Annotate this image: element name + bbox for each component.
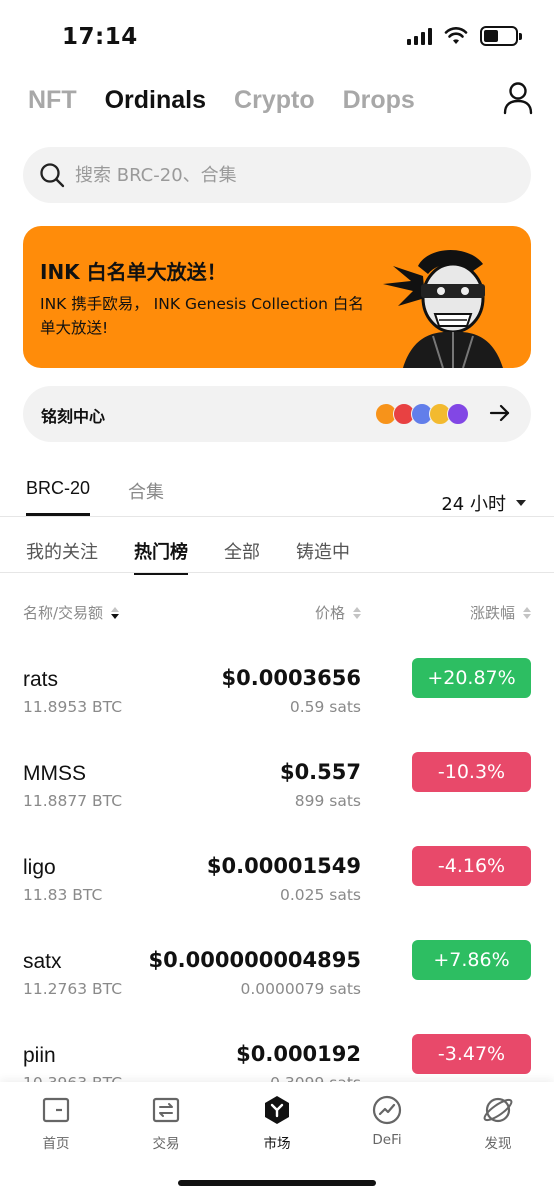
tab-ordinals[interactable]: Ordinals bbox=[105, 86, 206, 115]
token-sats: 0.0000079 sats bbox=[240, 980, 361, 998]
market-icon bbox=[265, 1096, 289, 1124]
caret-down-icon bbox=[516, 500, 526, 506]
column-change-label: 涨跌幅 bbox=[469, 604, 515, 622]
token-volume: 11.83 BTC bbox=[23, 886, 103, 904]
promo-banner[interactable]: INK 白名单大放送！ INK 携手欧易， INK Genesis Collec… bbox=[23, 226, 531, 368]
tab-drops[interactable]: Drops bbox=[343, 86, 415, 115]
category-tabs: BRC-20 合集 bbox=[26, 478, 164, 516]
nav-trade[interactable]: 交易 bbox=[126, 1094, 206, 1152]
arrow-right-icon bbox=[489, 404, 510, 422]
banner-title: INK 白名单大放送！ bbox=[40, 260, 227, 284]
tab-all[interactable]: 全部 bbox=[224, 538, 260, 575]
inscription-center[interactable]: 铭刻中心 bbox=[23, 386, 531, 442]
sort-icon bbox=[523, 606, 531, 619]
battery-icon bbox=[480, 26, 522, 46]
character-illustration bbox=[383, 249, 503, 368]
home-icon bbox=[42, 1097, 70, 1123]
sort-icon bbox=[353, 606, 361, 619]
status-bar: 17:14 bbox=[0, 0, 554, 70]
token-price: $0.557 bbox=[279, 760, 361, 784]
tab-nft[interactable]: NFT bbox=[28, 86, 77, 115]
column-price-label: 价格 bbox=[314, 604, 345, 622]
token-name: satx bbox=[23, 950, 62, 973]
sub-tabs: 我的关注 热门榜 全部 铸造中 bbox=[26, 538, 350, 575]
tab-brc20[interactable]: BRC-20 bbox=[26, 478, 91, 516]
tab-crypto[interactable]: Crypto bbox=[234, 86, 315, 115]
change-badge[interactable]: +7.86% bbox=[412, 940, 531, 980]
nav-market[interactable]: 市场 bbox=[237, 1094, 317, 1152]
tab-watchlist[interactable]: 我的关注 bbox=[26, 538, 98, 575]
token-name: piin bbox=[23, 1044, 56, 1067]
polygon-icon bbox=[447, 403, 469, 425]
change-badge[interactable]: -3.47% bbox=[412, 1034, 531, 1074]
search-icon bbox=[40, 163, 65, 188]
home-indicator bbox=[178, 1180, 376, 1186]
change-badge[interactable]: +20.87% bbox=[412, 658, 531, 698]
profile-icon[interactable] bbox=[502, 80, 534, 116]
top-tabs: NFT Ordinals Crypto Drops bbox=[28, 80, 415, 120]
token-sats: 0.025 sats bbox=[279, 886, 361, 904]
divider bbox=[0, 572, 554, 573]
status-icons bbox=[407, 26, 522, 46]
column-header-price[interactable]: 价格 bbox=[315, 602, 361, 623]
token-name: rats bbox=[23, 668, 59, 691]
search-input[interactable] bbox=[75, 164, 475, 186]
token-name: MMSS bbox=[23, 762, 86, 785]
nav-home[interactable]: 首页 bbox=[16, 1094, 96, 1152]
token-name: ligo bbox=[23, 856, 56, 879]
nav-discover-label: 发现 bbox=[484, 1136, 512, 1152]
token-volume: 11.2763 BTC bbox=[23, 980, 123, 998]
column-header-name[interactable]: 名称/交易额 bbox=[23, 602, 120, 623]
divider bbox=[0, 516, 554, 517]
tab-collections[interactable]: 合集 bbox=[128, 478, 164, 516]
nav-discover[interactable]: 发现 bbox=[458, 1094, 538, 1152]
token-price: $0.000192 bbox=[236, 1042, 361, 1066]
time-range-label: 24 小时 bbox=[441, 494, 506, 515]
banner-text: INK 携手欧易， INK Genesis Collection 白名单大放送! bbox=[40, 295, 364, 337]
token-row[interactable]: ligo 11.83 BTC $0.00001549 0.025 sats -4… bbox=[0, 846, 554, 950]
token-sats: 899 sats bbox=[294, 792, 361, 810]
token-price: $0.00001549 bbox=[206, 854, 361, 878]
tab-minting[interactable]: 铸造中 bbox=[296, 538, 350, 575]
trade-icon bbox=[152, 1097, 180, 1123]
nav-home-label: 首页 bbox=[42, 1136, 70, 1152]
chain-icons bbox=[375, 403, 469, 425]
tab-trending[interactable]: 热门榜 bbox=[134, 538, 188, 575]
token-price: $0.000000004895 bbox=[148, 948, 361, 972]
time-range-select[interactable]: 24 小时 bbox=[441, 490, 526, 516]
change-badge[interactable]: -4.16% bbox=[412, 846, 531, 886]
nav-defi-label: DeFi bbox=[372, 1132, 402, 1148]
column-header-change[interactable]: 涨跌幅 bbox=[470, 602, 531, 623]
nav-market-label: 市场 bbox=[263, 1136, 291, 1152]
sort-icon bbox=[111, 606, 120, 619]
nav-trade-label: 交易 bbox=[152, 1136, 180, 1152]
token-sats: 0.59 sats bbox=[289, 698, 361, 716]
discover-icon bbox=[483, 1097, 513, 1123]
wifi-icon bbox=[444, 27, 468, 44]
status-time: 17:14 bbox=[62, 24, 138, 50]
change-badge[interactable]: -10.3% bbox=[412, 752, 531, 792]
search-bar[interactable] bbox=[23, 147, 531, 203]
token-price: $0.0003656 bbox=[221, 666, 361, 690]
defi-icon bbox=[372, 1095, 402, 1125]
token-row[interactable]: MMSS 11.8877 BTC $0.557 899 sats -10.3% bbox=[0, 752, 554, 856]
token-volume: 11.8953 BTC bbox=[23, 698, 123, 716]
inscription-center-label: 铭刻中心 bbox=[41, 407, 106, 426]
cellular-signal-icon bbox=[407, 27, 432, 45]
token-row[interactable]: satx 11.2763 BTC $0.000000004895 0.00000… bbox=[0, 940, 554, 1044]
token-row[interactable]: rats 11.8953 BTC $0.0003656 0.59 sats +2… bbox=[0, 658, 554, 762]
column-name-label: 名称/交易额 bbox=[23, 604, 104, 622]
nav-defi[interactable]: DeFi bbox=[347, 1094, 427, 1148]
token-volume: 11.8877 BTC bbox=[23, 792, 123, 810]
